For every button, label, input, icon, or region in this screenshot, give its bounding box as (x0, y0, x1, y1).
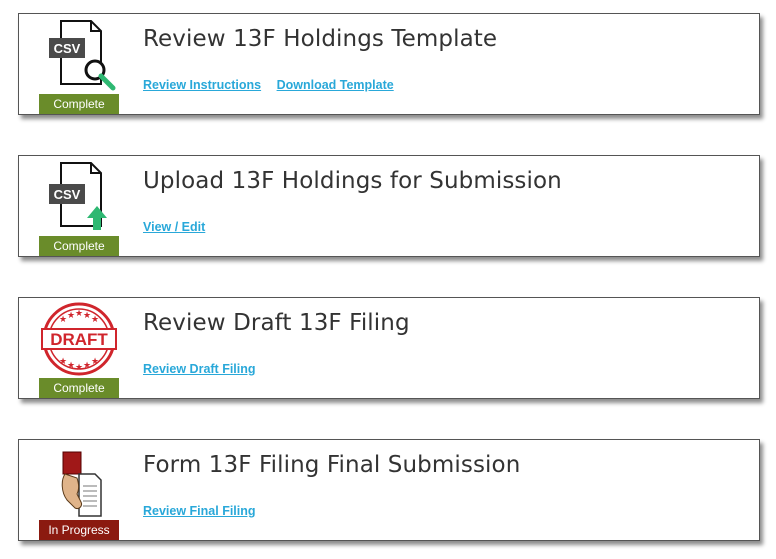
step-card-upload-holdings: CSV Complete Upload 13F Holdings for Sub… (18, 155, 760, 257)
step-links: Review Instructions Download Template (143, 78, 406, 92)
step-links: View / Edit (143, 220, 217, 234)
review-instructions-link[interactable]: Review Instructions (143, 78, 261, 92)
review-draft-filing-link[interactable]: Review Draft Filing (143, 362, 256, 376)
status-badge: Complete (39, 378, 119, 398)
hand-document-icon (39, 444, 119, 518)
svg-text:★: ★ (83, 361, 91, 371)
step-title: Form 13F Filing Final Submission (143, 452, 521, 478)
svg-text:CSV: CSV (54, 187, 81, 202)
step-card-review-draft: ★ ★ ★ ★ ★ ★ ★ ★ ★ ★ DRAFT Complete Revie… (18, 297, 760, 399)
svg-text:★: ★ (75, 363, 83, 373)
svg-text:CSV: CSV (54, 41, 81, 56)
view-edit-link[interactable]: View / Edit (143, 220, 205, 234)
svg-text:★: ★ (83, 311, 91, 321)
review-final-filing-link[interactable]: Review Final Filing (143, 504, 256, 518)
svg-text:★: ★ (67, 361, 75, 371)
svg-text:★: ★ (59, 315, 67, 325)
draft-stamp-icon: ★ ★ ★ ★ ★ ★ ★ ★ ★ ★ DRAFT (39, 302, 119, 376)
svg-text:★: ★ (75, 309, 83, 319)
svg-text:DRAFT: DRAFT (50, 330, 108, 349)
step-card-final-submission: In Progress Form 13F Filing Final Submis… (18, 439, 760, 541)
step-title: Review Draft 13F Filing (143, 310, 410, 336)
csv-upload-icon: CSV (39, 160, 119, 234)
svg-text:★: ★ (67, 311, 75, 321)
status-badge: Complete (39, 94, 119, 114)
svg-text:★: ★ (59, 357, 67, 367)
status-badge: In Progress (39, 520, 119, 540)
status-badge: Complete (39, 236, 119, 256)
csv-search-icon: CSV (39, 18, 119, 92)
svg-text:★: ★ (91, 315, 99, 325)
step-card-review-template: CSV Complete Review 13F Holdings Templat… (18, 13, 760, 115)
svg-text:★: ★ (91, 357, 99, 367)
step-title: Upload 13F Holdings for Submission (143, 168, 562, 194)
step-links: Review Draft Filing (143, 362, 268, 376)
step-links: Review Final Filing (143, 504, 268, 518)
step-title: Review 13F Holdings Template (143, 26, 498, 52)
download-template-link[interactable]: Download Template (277, 78, 394, 92)
